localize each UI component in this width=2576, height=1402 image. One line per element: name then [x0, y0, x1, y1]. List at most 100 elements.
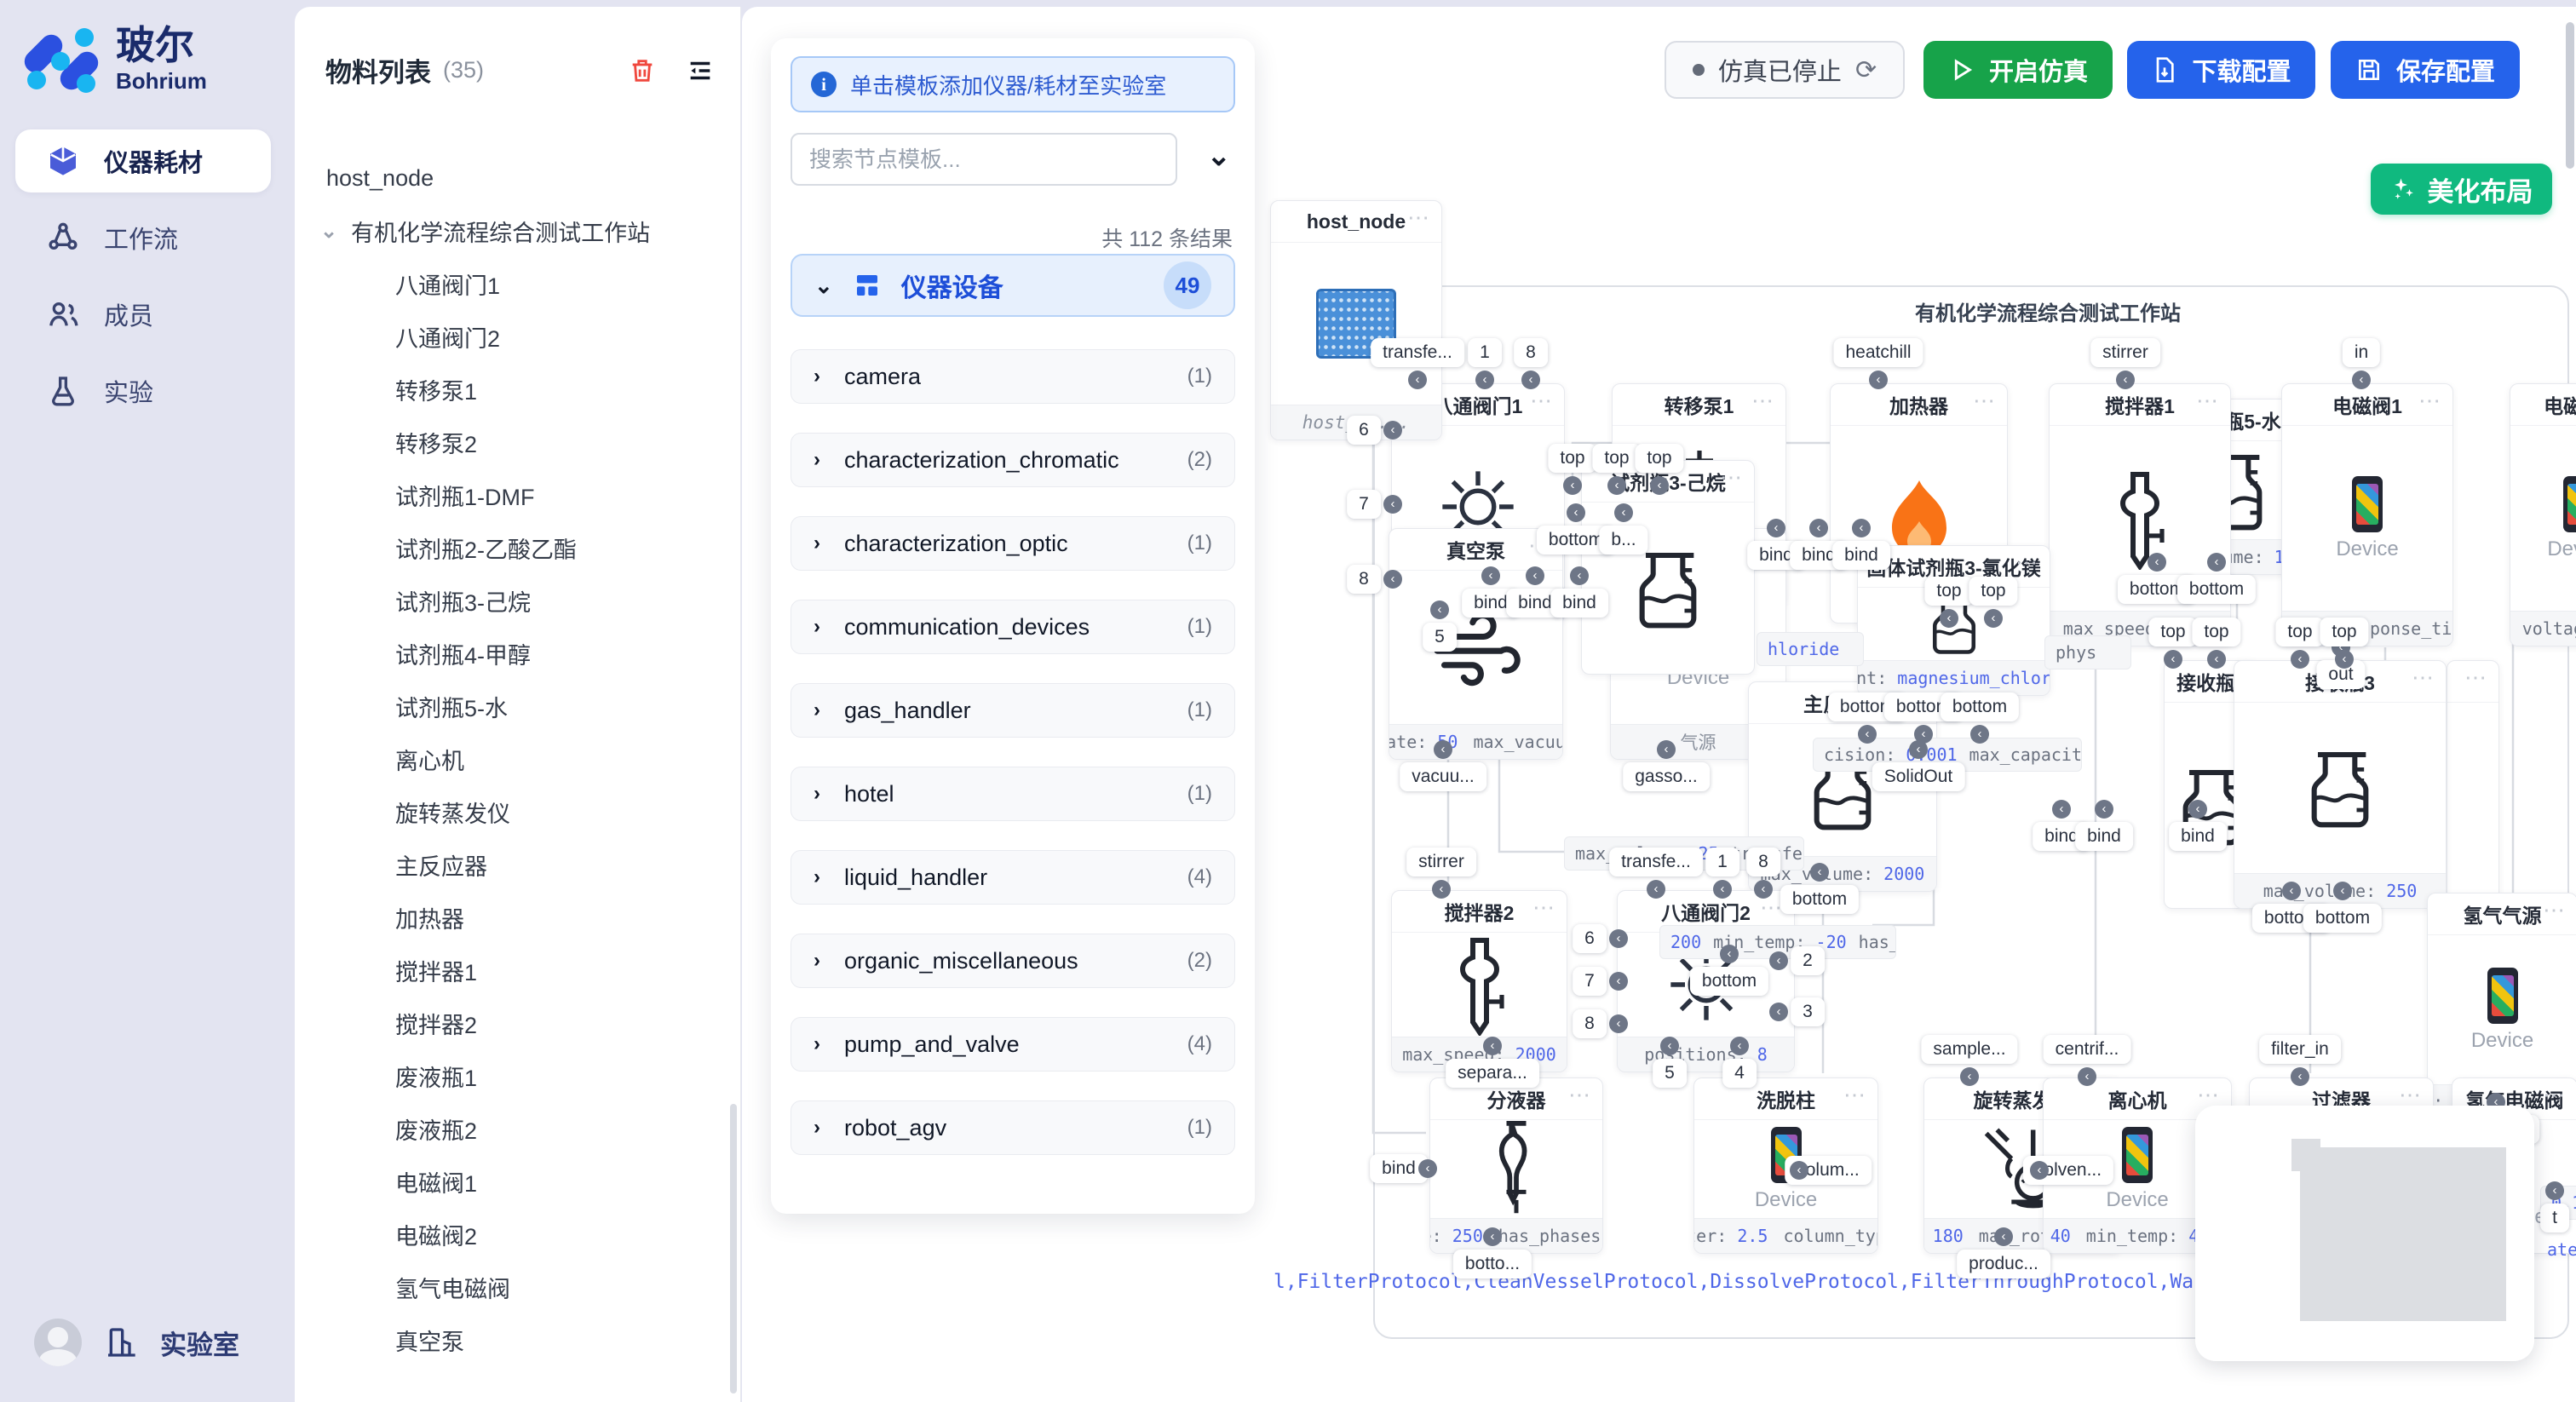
- port-chip[interactable]: 8: [1514, 338, 1548, 367]
- sidebar-item-members[interactable]: 成员: [15, 283, 271, 346]
- tree-item[interactable]: 转移泵1: [295, 363, 728, 416]
- port-chip[interactable]: in: [2343, 338, 2380, 367]
- template-item-characterization_optic[interactable]: ›characterization_optic(1): [791, 516, 1235, 571]
- port-chip[interactable]: transfe...: [1371, 338, 1464, 367]
- tree-item[interactable]: 转移泵2: [295, 416, 728, 468]
- port-dot[interactable]: ‹: [1730, 1037, 1749, 1055]
- port-chip[interactable]: vacuu...: [1400, 762, 1486, 791]
- category-equipment[interactable]: ⌄ 仪器设备 49: [791, 254, 1235, 317]
- port-dot[interactable]: ‹: [2291, 650, 2309, 669]
- template-item-liquid_handler[interactable]: ›liquid_handler(4): [791, 850, 1235, 905]
- collapse-tree-icon[interactable]: [686, 56, 715, 85]
- refresh-icon[interactable]: ⟳: [1855, 55, 1877, 85]
- port-chip[interactable]: 2: [1791, 946, 1825, 975]
- tree-scrollbar[interactable]: [730, 1104, 737, 1393]
- tree-item[interactable]: 搅拌器1: [295, 944, 728, 997]
- port-dot[interactable]: ‹: [1994, 1227, 2013, 1246]
- port-chip[interactable]: top: [2320, 618, 2368, 646]
- port-dot[interactable]: ‹: [1563, 476, 1582, 495]
- node-menu-icon[interactable]: ⋯: [2412, 664, 2435, 691]
- port-dot[interactable]: ‹: [1810, 863, 1829, 882]
- template-item-organic_miscellaneous[interactable]: ›organic_miscellaneous(2): [791, 934, 1235, 988]
- port-dot[interactable]: ‹: [2545, 1181, 2564, 1200]
- node-menu-icon[interactable]: ⋯: [1720, 464, 1744, 491]
- node-card[interactable]: ⋯: [2447, 660, 2499, 909]
- sidebar-item-experiment[interactable]: 实验: [15, 359, 271, 422]
- tree-item[interactable]: 试剂瓶3-己烷: [295, 574, 728, 627]
- port-dot[interactable]: ‹: [2030, 1161, 2049, 1180]
- node-card[interactable]: 试剂瓶3-己烷⋯: [1581, 460, 1755, 675]
- avatar[interactable]: [34, 1319, 82, 1366]
- panel-collapse-icon[interactable]: ⌄: [1207, 139, 1232, 173]
- node-card[interactable]: 搅拌器2⋯max_speed: 2000: [1391, 890, 1567, 1072]
- node-menu-icon[interactable]: ⋯: [1751, 388, 1775, 414]
- port-chip[interactable]: 8: [1746, 848, 1780, 876]
- port-dot[interactable]: ‹: [1567, 503, 1585, 522]
- port-chip[interactable]: t: [2540, 1204, 2569, 1232]
- beautify-layout-button[interactable]: 美化布局: [2371, 164, 2552, 215]
- node-menu-icon[interactable]: ⋯: [2543, 897, 2567, 923]
- port-dot[interactable]: ‹: [1607, 476, 1626, 495]
- port-chip[interactable]: stirrer: [2090, 338, 2160, 367]
- port-chip[interactable]: bind: [2075, 822, 2133, 851]
- node-menu-icon[interactable]: ⋯: [2418, 388, 2442, 414]
- port-dot[interactable]: ‹: [1657, 740, 1676, 759]
- port-chip[interactable]: top: [2275, 618, 2324, 646]
- port-dot[interactable]: ‹: [2282, 882, 2301, 900]
- port-chip[interactable]: bottom: [2303, 904, 2382, 933]
- port-dot[interactable]: ‹: [1960, 1067, 1979, 1086]
- tree-item[interactable]: 试剂瓶5-水: [295, 680, 728, 733]
- port-chip[interactable]: 8: [1573, 1009, 1607, 1038]
- port-chip[interactable]: 3: [1791, 997, 1825, 1026]
- port-chip[interactable]: bottom: [1780, 885, 1859, 914]
- port-dot[interactable]: ‹: [1483, 1227, 1502, 1246]
- node-card[interactable]: host_node⋯host_no...: [1270, 200, 1442, 440]
- template-item-pump_and_valve[interactable]: ›pump_and_valve(4): [791, 1017, 1235, 1072]
- port-dot[interactable]: ‹: [2335, 650, 2354, 669]
- node-menu-icon[interactable]: ⋯: [1530, 388, 1554, 414]
- port-dot[interactable]: ‹: [1858, 725, 1877, 744]
- template-item-robot_agv[interactable]: ›robot_agv(1): [791, 1100, 1235, 1155]
- port-dot[interactable]: ‹: [1984, 609, 2003, 628]
- port-chip[interactable]: top: [1592, 444, 1641, 473]
- tree-item[interactable]: 八通阀门2: [295, 310, 728, 363]
- tree-item[interactable]: 电磁阀1: [295, 1155, 728, 1208]
- node-menu-icon[interactable]: ⋯: [1532, 894, 1556, 921]
- port-dot[interactable]: ‹: [1383, 421, 1402, 440]
- port-dot[interactable]: ‹: [1647, 880, 1665, 899]
- port-dot[interactable]: ‹: [1650, 476, 1669, 495]
- node-menu-icon[interactable]: ⋯: [2399, 1082, 2423, 1108]
- template-item-gas_handler[interactable]: ›gas_handler(1): [791, 683, 1235, 738]
- port-chip[interactable]: SolidOut: [1872, 762, 1965, 791]
- node-card[interactable]: 搅拌器1⋯max_speed: 2000: [2049, 383, 2231, 646]
- port-chip[interactable]: bind: [2169, 822, 2227, 851]
- search-input[interactable]: [791, 133, 1177, 186]
- port-chip[interactable]: 7: [1573, 967, 1607, 996]
- port-dot[interactable]: ‹: [1383, 570, 1402, 589]
- tree-item[interactable]: 八通阀门1: [295, 257, 728, 310]
- port-chip[interactable]: filter_in: [2259, 1035, 2341, 1064]
- port-chip[interactable]: transfe...: [1609, 848, 1703, 876]
- port-chip[interactable]: bottom: [1690, 967, 1768, 996]
- port-chip[interactable]: centrif...: [2044, 1035, 2131, 1064]
- port-chip[interactable]: 5: [1423, 623, 1457, 652]
- port-dot[interactable]: ‹: [1481, 566, 1500, 585]
- node-menu-icon[interactable]: ⋯: [2196, 388, 2220, 414]
- port-dot[interactable]: ‹: [1970, 725, 1989, 744]
- port-dot[interactable]: ‹: [1769, 1003, 1788, 1021]
- port-chip[interactable]: bottom: [1941, 692, 2019, 721]
- port-chip[interactable]: bind: [1550, 589, 1608, 618]
- lab-link[interactable]: 实验室: [160, 1324, 239, 1362]
- tree-item-host-node[interactable]: host_node: [295, 152, 728, 204]
- sim-status-pill[interactable]: 仿真已停止 ⟳: [1665, 41, 1905, 99]
- save-config-button[interactable]: 保存配置: [2331, 41, 2520, 99]
- tree-item[interactable]: 氢气电磁阀: [295, 1261, 728, 1313]
- port-dot[interactable]: ‹: [1430, 600, 1449, 619]
- port-chip[interactable]: botto...: [1453, 1250, 1532, 1278]
- port-chip[interactable]: 6: [1573, 924, 1607, 953]
- port-dot[interactable]: ‹: [1754, 880, 1773, 899]
- tree-group-workstation[interactable]: ⌄有机化学流程综合测试工作站: [295, 204, 728, 257]
- port-chip[interactable]: top: [1969, 577, 2017, 606]
- port-dot[interactable]: ‹: [1432, 880, 1451, 899]
- port-dot[interactable]: ‹: [2052, 800, 2071, 819]
